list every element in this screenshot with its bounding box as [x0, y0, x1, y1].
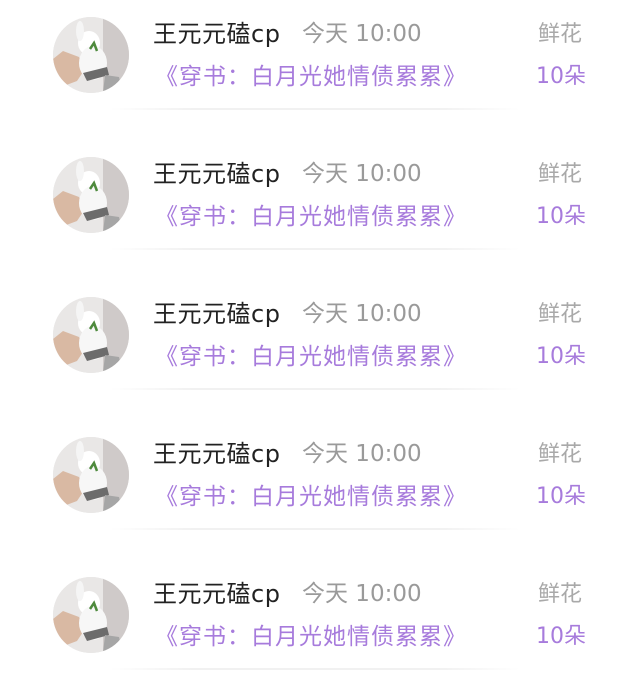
user-nickname[interactable]: 王元元磕cp	[153, 158, 280, 190]
avatar-image	[53, 17, 129, 93]
gift-name: 鲜花	[538, 22, 583, 47]
list-item[interactable]: 王元元磕cp 今天 10:00 鲜花 《穿书：白月光她情债累累》 10朵	[0, 560, 640, 700]
book-title-link[interactable]: 《穿书：白月光她情债累累》	[155, 621, 467, 653]
list-item[interactable]: 王元元磕cp 今天 10:00 鲜花 《穿书：白月光她情债累累》 10朵	[0, 0, 640, 140]
avatar-image	[53, 577, 129, 653]
gift-count: 10朵	[536, 204, 586, 229]
row-divider	[110, 668, 520, 670]
avatar-image	[53, 437, 129, 513]
gift-count: 10朵	[536, 344, 586, 369]
list-item[interactable]: 王元元磕cp 今天 10:00 鲜花 《穿书：白月光她情债累累》 10朵	[0, 140, 640, 280]
avatar-image	[53, 157, 129, 233]
user-avatar-icon[interactable]	[53, 157, 129, 233]
user-nickname[interactable]: 王元元磕cp	[153, 18, 280, 50]
book-title-link[interactable]: 《穿书：白月光她情债累累》	[155, 481, 467, 513]
record-time: 今天 10:00	[302, 161, 422, 187]
record-time: 今天 10:00	[302, 21, 422, 47]
gift-name: 鲜花	[538, 442, 583, 467]
gift-name: 鲜花	[538, 582, 583, 607]
gift-count: 10朵	[536, 484, 586, 509]
user-nickname[interactable]: 王元元磕cp	[153, 438, 280, 470]
gift-name: 鲜花	[538, 302, 583, 327]
record-time: 今天 10:00	[302, 441, 422, 467]
gift-name: 鲜花	[538, 162, 583, 187]
row-divider	[110, 108, 520, 110]
list-item[interactable]: 王元元磕cp 今天 10:00 鲜花 《穿书：白月光她情债累累》 10朵	[0, 420, 640, 560]
gift-record-list: 王元元磕cp 今天 10:00 鲜花 《穿书：白月光她情债累累》 10朵 王元元…	[0, 0, 640, 699]
book-title-link[interactable]: 《穿书：白月光她情债累累》	[155, 61, 467, 93]
row-divider	[110, 388, 520, 390]
user-avatar-icon[interactable]	[53, 17, 129, 93]
user-nickname[interactable]: 王元元磕cp	[153, 578, 280, 610]
row-divider	[110, 528, 520, 530]
gift-count: 10朵	[536, 624, 586, 649]
user-nickname[interactable]: 王元元磕cp	[153, 298, 280, 330]
gift-count: 10朵	[536, 64, 586, 89]
user-avatar-icon[interactable]	[53, 297, 129, 373]
record-time: 今天 10:00	[302, 301, 422, 327]
user-avatar-icon[interactable]	[53, 577, 129, 653]
book-title-link[interactable]: 《穿书：白月光她情债累累》	[155, 341, 467, 373]
user-avatar-icon[interactable]	[53, 437, 129, 513]
book-title-link[interactable]: 《穿书：白月光她情债累累》	[155, 201, 467, 233]
avatar-image	[53, 297, 129, 373]
list-item[interactable]: 王元元磕cp 今天 10:00 鲜花 《穿书：白月光她情债累累》 10朵	[0, 280, 640, 420]
record-time: 今天 10:00	[302, 581, 422, 607]
row-divider	[110, 248, 520, 250]
